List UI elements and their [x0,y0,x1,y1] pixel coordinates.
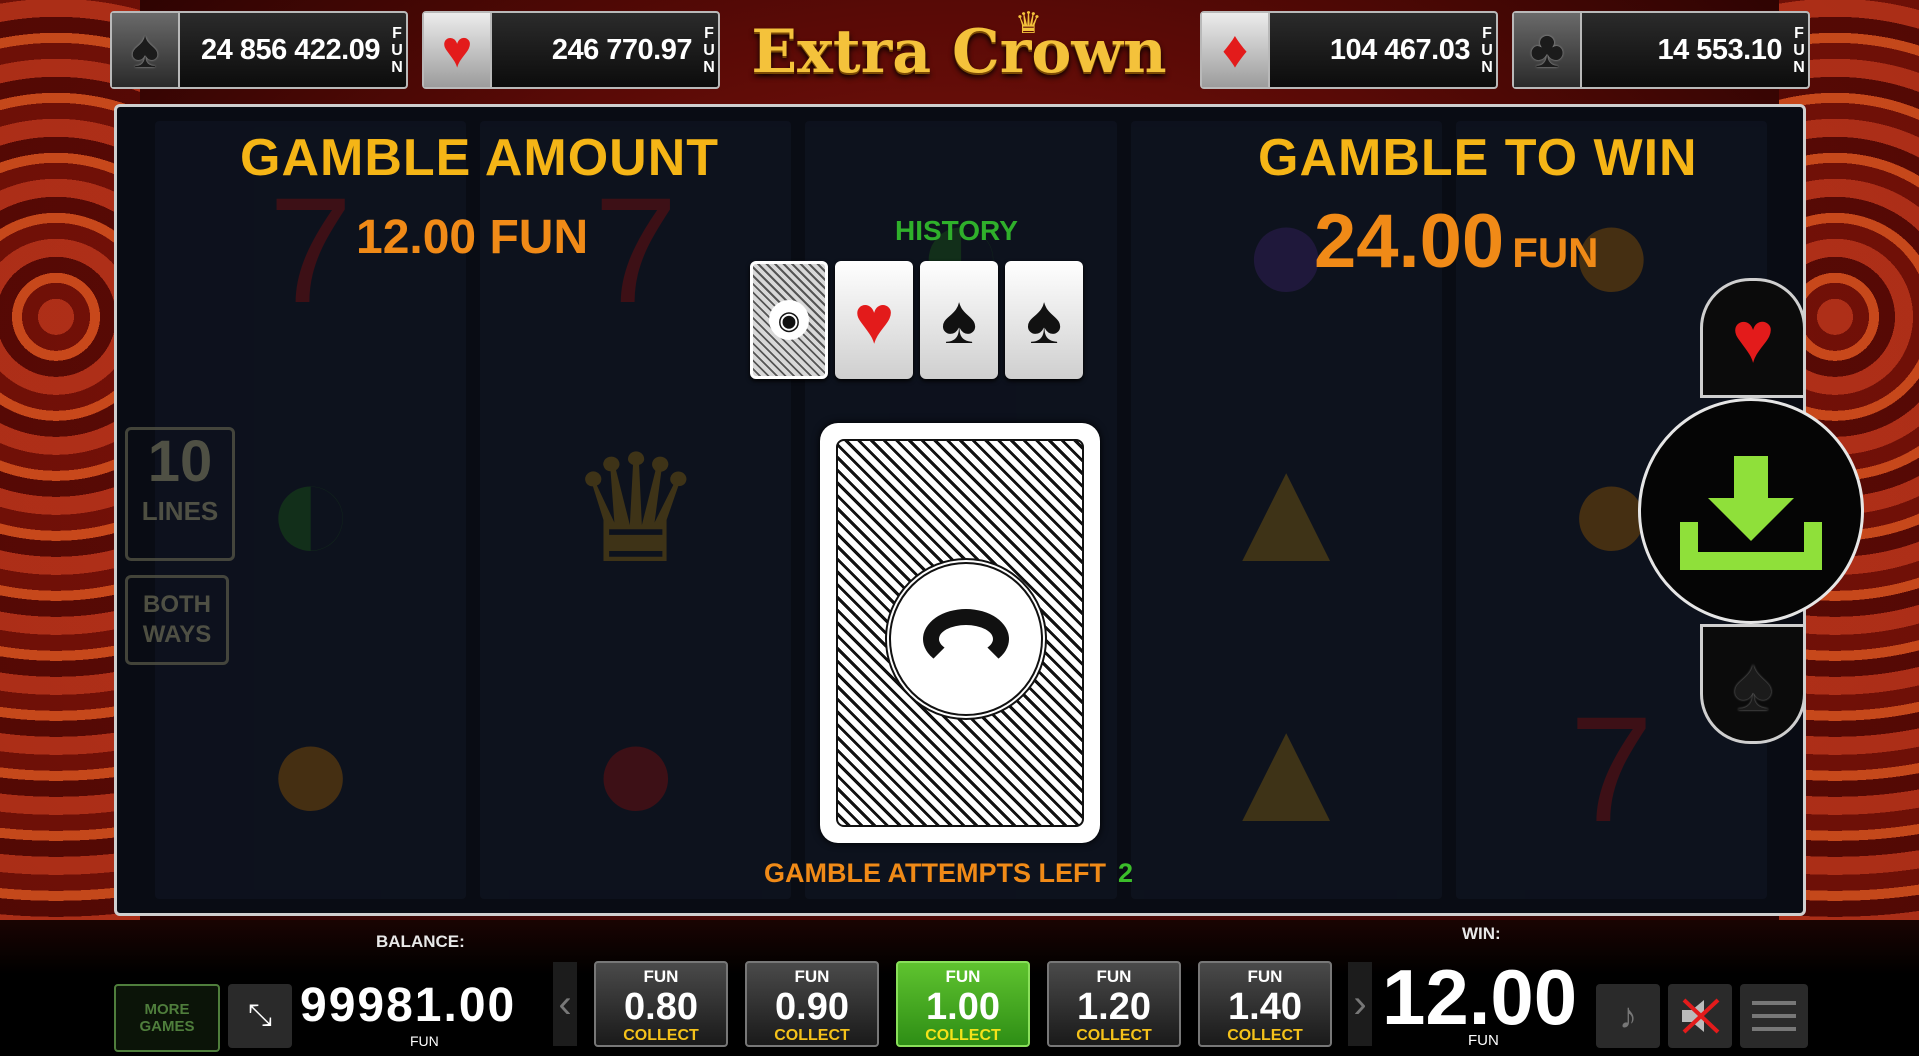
bet-option[interactable]: FUN 0.80 COLLECT [594,961,728,1047]
jackpot-value: 24 856 422.09 [201,33,380,66]
jackpot-value: 104 467.03 [1329,33,1471,66]
jackpot-currency: FUN [1793,24,1805,76]
win-label: WIN: [1462,924,1501,943]
spade-icon: ♠ [112,13,180,87]
jackpot-currency: FUN [703,24,715,76]
collect-button[interactable] [1638,398,1864,624]
chevron-left-icon: ‹ [558,981,572,1026]
hamburger-menu-icon [1752,1001,1796,1031]
history-label: HISTORY [895,215,1018,246]
heart-icon: ♥ [424,13,492,87]
sound-button[interactable] [1668,984,1732,1048]
bet-option[interactable]: FUN 0.90 COLLECT [745,961,879,1047]
bet-option[interactable]: FUN 1.20 COLLECT [1047,961,1181,1047]
more-games-button[interactable]: MORE GAMES [114,984,220,1052]
fullscreen-exit-button[interactable]: ⤡ [228,984,292,1048]
card-back-icon: ◉ [769,300,809,340]
music-note-icon: ♪ [1619,995,1637,1036]
crown-icon: ♛ [1015,7,1042,40]
gamble-card [820,423,1100,843]
diamond-icon: ♦ [1202,13,1270,87]
bet-option-selected[interactable]: FUN 1.00 COLLECT [896,961,1030,1047]
both-ways-badge: BOTH WAYS [125,575,229,665]
balance-currency: FUN [410,1033,439,1049]
history-card-spade: ♠ [920,261,998,379]
jackpot-club: ♣ 14 553.10 FUN [1512,11,1810,89]
gamble-amount-title: GAMBLE AMOUNT [240,129,720,187]
history-card-heart: ♥ [835,261,913,379]
jackpot-diamond: ♦ 104 467.03 FUN [1200,11,1498,89]
club-icon: ♣ [1514,13,1582,87]
gamble-attempts-left: GAMBLE ATTEMPTS LEFT 2 [764,858,1134,888]
jackpot-currency: FUN [391,24,403,76]
jackpot-value: 246 770.97 [551,33,693,66]
balance-value: 99981.00 [300,979,517,1032]
sound-muted-icon [1682,998,1720,1034]
card-back-logo-icon [885,558,1047,720]
bet-scroll-left-button[interactable]: ‹ [553,962,577,1046]
pick-red-button[interactable]: ♥ [1700,278,1806,398]
game-logo: Extra Crown [751,17,1167,87]
menu-button[interactable] [1740,984,1808,1048]
history-card-back: ◉ [750,261,828,379]
gamble-to-win-value: 24.00 FUN [1314,199,1599,284]
win-currency: FUN [1468,1032,1499,1049]
jackpot-currency: FUN [1481,24,1493,76]
bet-option[interactable]: FUN 1.40 COLLECT [1198,961,1332,1047]
music-button[interactable]: ♪ [1596,984,1660,1048]
jackpot-spade: ♠ 24 856 422.09 FUN [110,11,408,89]
balance-label: BALANCE: [376,932,465,951]
jackpot-heart: ♥ 246 770.97 FUN [422,11,720,89]
chevron-right-icon: › [1353,981,1367,1026]
gamble-amount-value: 12.00 FUN [356,211,589,264]
jackpot-value: 14 553.10 [1657,33,1782,66]
download-icon [1680,456,1822,570]
pick-black-button[interactable]: ♠ [1700,624,1806,744]
card-back-pattern [836,439,1084,827]
gamble-to-win-title: GAMBLE TO WIN [1258,129,1698,187]
lines-badge: 10 LINES [125,427,235,561]
minimize-icon: ⤡ [248,999,272,1032]
bet-scroll-right-button[interactable]: › [1348,962,1372,1046]
history-card-spade: ♠ [1005,261,1083,379]
win-value: 12.00 [1382,953,1578,1041]
